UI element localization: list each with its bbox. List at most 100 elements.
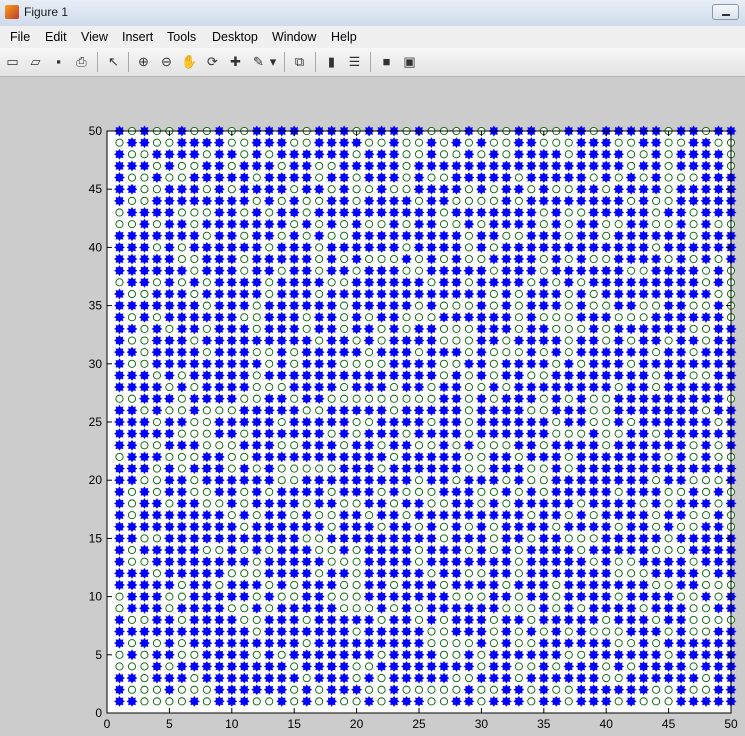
filled-star-point <box>238 160 250 172</box>
filled-star-point <box>613 195 625 207</box>
filled-star-point <box>151 497 163 509</box>
zoom-out-icon[interactable]: ⊖ <box>158 53 175 70</box>
filled-star-point <box>363 591 375 603</box>
filled-star-point <box>550 393 562 405</box>
filled-star-point <box>425 241 437 253</box>
data-cursor-icon[interactable]: ✚ <box>227 53 244 70</box>
filled-star-point <box>463 486 475 498</box>
pan-hand-icon[interactable]: ✋ <box>181 53 198 70</box>
filled-star-point <box>376 556 388 568</box>
open-circle-point <box>290 348 299 357</box>
open-circle-point <box>701 266 711 275</box>
filled-star-point <box>126 591 138 603</box>
filled-star-point <box>388 532 400 544</box>
filled-star-point <box>488 172 500 184</box>
menu-desktop[interactable]: Desktop <box>212 29 258 45</box>
filled-star-point <box>213 567 225 579</box>
menu-edit[interactable]: Edit <box>45 29 67 45</box>
filled-star-point <box>513 684 525 696</box>
filled-star-point <box>663 323 675 335</box>
rotate-3d-icon[interactable]: ⟳ <box>204 53 221 70</box>
menu-view[interactable]: View <box>81 29 108 45</box>
open-circle-point <box>639 301 648 310</box>
open-circle-point <box>377 464 386 473</box>
filled-star-point <box>425 230 437 242</box>
minimize-button[interactable] <box>712 4 739 20</box>
scatter-plot[interactable]: 0 5 10 15 20 25 30 35 40 45 5005101520253035404550 <box>0 77 745 736</box>
filled-star-point <box>326 567 338 579</box>
filled-star-point <box>163 649 175 661</box>
open-circle-point <box>439 359 449 368</box>
filled-star-point <box>238 556 250 568</box>
legend-icon[interactable]: ☰ <box>346 53 363 70</box>
filled-star-point <box>500 695 512 707</box>
filled-star-point <box>188 637 200 649</box>
open-file-icon[interactable]: ▱ <box>27 53 44 70</box>
open-circle-point <box>464 569 473 578</box>
filled-star-point <box>213 451 225 463</box>
filled-star-point <box>363 463 375 475</box>
filled-star-point <box>638 346 650 358</box>
filled-star-point <box>538 195 550 207</box>
filled-star-point <box>313 649 325 661</box>
filled-star-point <box>475 521 487 533</box>
brush-dropdown-icon[interactable]: ▾ <box>268 53 278 70</box>
hide-plot-tools-icon[interactable]: ■ <box>378 53 395 70</box>
toolbar-separator <box>315 52 316 72</box>
menu-help[interactable]: Help <box>331 29 357 45</box>
save-icon[interactable]: ▪ <box>50 53 67 70</box>
filled-star-point <box>138 637 150 649</box>
filled-star-point <box>713 323 725 335</box>
filled-star-point <box>500 649 512 661</box>
filled-star-point <box>163 393 175 405</box>
open-circle-point <box>240 208 249 217</box>
filled-star-point <box>113 311 125 323</box>
open-circle-point <box>215 406 224 415</box>
filled-star-point <box>513 218 525 230</box>
open-circle-point <box>701 569 711 578</box>
open-circle-point <box>477 592 486 601</box>
print-icon[interactable]: ⎙ <box>73 53 90 70</box>
open-circle-point <box>302 615 311 624</box>
new-figure-icon[interactable]: ▭ <box>4 53 21 70</box>
filled-star-point <box>363 300 375 312</box>
open-circle-point <box>714 138 723 147</box>
open-circle-point <box>602 301 611 310</box>
filled-star-point <box>488 404 500 416</box>
menu-file[interactable]: File <box>10 29 30 45</box>
filled-star-point <box>338 195 350 207</box>
filled-star-point <box>425 579 437 591</box>
filled-star-point <box>463 532 475 544</box>
open-circle-point <box>277 266 286 275</box>
filled-star-point <box>700 253 712 265</box>
open-circle-point <box>277 231 286 240</box>
open-circle-point <box>352 604 361 613</box>
colorbar-icon[interactable]: ▮ <box>323 53 340 70</box>
menu-insert[interactable]: Insert <box>122 29 153 45</box>
filled-star-point <box>351 206 363 218</box>
menu-window[interactable]: Window <box>272 29 316 45</box>
filled-star-point <box>176 521 188 533</box>
open-circle-point <box>564 254 573 264</box>
show-plot-tools-icon[interactable]: ▣ <box>401 53 418 70</box>
filled-star-point <box>338 532 350 544</box>
brush-icon[interactable]: ✎ <box>250 53 267 70</box>
filled-star-point <box>313 323 325 335</box>
zoom-in-icon[interactable]: ⊕ <box>135 53 152 70</box>
select-pointer-icon[interactable]: ↖ <box>105 53 122 70</box>
filled-star-point <box>163 183 175 195</box>
filled-star-point <box>588 497 600 509</box>
filled-star-point <box>226 346 238 358</box>
open-circle-point <box>327 161 336 170</box>
filled-star-point <box>326 695 338 707</box>
open-circle-point <box>202 208 211 217</box>
filled-star-point <box>363 486 375 498</box>
menu-tools[interactable]: Tools <box>167 29 196 45</box>
filled-star-point <box>213 684 225 696</box>
link-plot-icon[interactable]: ⧉ <box>291 53 308 70</box>
filled-star-point <box>413 206 425 218</box>
open-circle-point <box>564 138 573 147</box>
open-circle-point <box>290 592 299 601</box>
filled-star-point <box>276 369 288 381</box>
filled-star-point <box>263 626 275 638</box>
